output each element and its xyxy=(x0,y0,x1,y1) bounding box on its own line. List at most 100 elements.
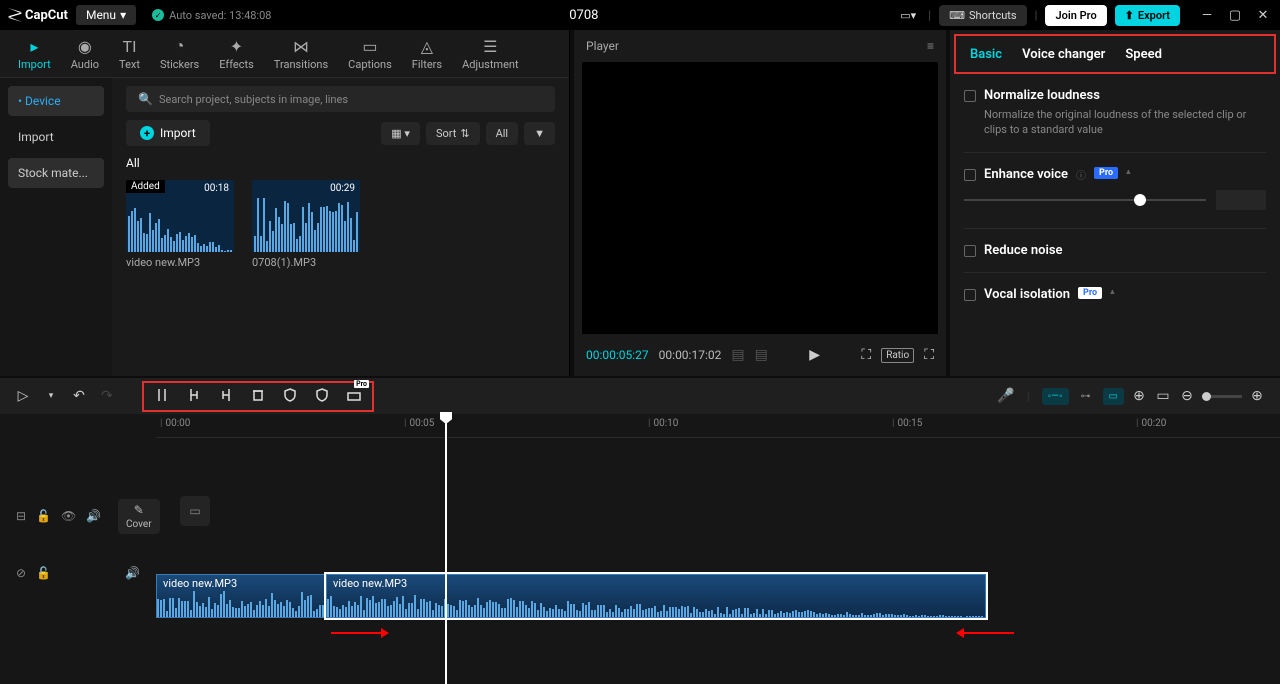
media-grid: Added 00:18 video new.MP3 00:29 0708(1).… xyxy=(126,180,555,269)
close-button[interactable]: ✕ xyxy=(1254,8,1272,23)
shortcuts-button[interactable]: ⌨ Shortcuts xyxy=(939,5,1026,26)
timeline-left-tools: ▷ ▾ ↶ ↷ xyxy=(14,388,116,404)
eye-icon[interactable]: 👁 xyxy=(61,509,76,523)
split-tool[interactable] xyxy=(154,387,170,406)
playhead[interactable] xyxy=(445,414,447,684)
zoom-in-button[interactable]: ⊕ xyxy=(1248,388,1266,404)
grid-view-button[interactable]: ▦ ▾ xyxy=(381,122,420,145)
stickers-icon: ◔ xyxy=(175,36,185,56)
pro-tool[interactable]: Pro xyxy=(346,387,362,406)
shield-tool[interactable] xyxy=(282,387,298,406)
list2-icon[interactable]: ▤ xyxy=(755,347,768,363)
tab-filters[interactable]: ◬Filters xyxy=(402,33,452,75)
audio-clip[interactable]: video new.MP3 xyxy=(156,574,326,618)
lock-icon[interactable]: 🔓 xyxy=(36,509,51,523)
magnet-toggle[interactable]: ◦—◦ xyxy=(1042,388,1069,405)
fullscreen-icon[interactable]: ⛶ xyxy=(924,347,934,363)
titlebar-right: ▭▾ | ⌨ Shortcuts | Join Pro ⬆ Export — ▢… xyxy=(896,5,1272,26)
shortcuts-label: Shortcuts xyxy=(969,9,1017,22)
track-body[interactable]: ▭ video new.MP3 video new.MP3 xyxy=(156,438,1280,684)
maximize-button[interactable]: ▢ xyxy=(1226,8,1244,23)
sidenav-import[interactable]: Import xyxy=(8,122,104,152)
vocal-checkbox[interactable] xyxy=(964,289,976,301)
trim-right-tool[interactable] xyxy=(218,387,234,406)
mic-icon[interactable]: 🎤 xyxy=(997,388,1015,404)
tab-text[interactable]: TIText xyxy=(109,33,150,75)
filter-button[interactable]: ▼ xyxy=(524,122,555,145)
titlebar: CapCut Menu ▾ ✓ Auto saved: 13:48:08 070… xyxy=(0,0,1280,30)
divider xyxy=(964,228,1266,229)
zoom-controls: ⊖ ⊕ xyxy=(1178,388,1266,404)
timeline-toolbar: ▷ ▾ ↶ ↷ Pro 🎤 | ◦—◦ ⊶ ▭ ⊕ ▭ ⊖ ⊕ xyxy=(0,378,1280,414)
redo-button[interactable]: ↷ xyxy=(98,388,116,404)
tab-voice-changer[interactable]: Voice changer xyxy=(1022,47,1105,62)
effects-icon: ✦ xyxy=(230,37,243,56)
tab-speed[interactable]: Speed xyxy=(1125,47,1162,62)
reduce-checkbox[interactable] xyxy=(964,245,976,257)
mute-icon[interactable]: 🔊 xyxy=(86,509,101,523)
timeline-ruler[interactable]: 00:00 00:05 00:10 00:15 00:20 xyxy=(156,414,1280,438)
zoom-out-button[interactable]: ⊖ xyxy=(1178,388,1196,404)
list-icon[interactable]: ▤ xyxy=(731,347,744,363)
select-tool[interactable]: ▷ xyxy=(14,388,32,404)
captions-icon: ▭ xyxy=(362,37,377,56)
video-placeholder[interactable]: ▭ xyxy=(180,496,210,526)
audio-clip-selected[interactable]: video new.MP3 xyxy=(326,574,986,618)
clip-label: video new.MP3 xyxy=(163,577,237,590)
collapse-icon[interactable]: ⊟ xyxy=(16,509,26,523)
tab-adjustment[interactable]: ☰Adjustment xyxy=(452,33,529,75)
tab-stickers[interactable]: ◔Stickers xyxy=(150,32,209,75)
media-item[interactable]: Added 00:18 video new.MP3 xyxy=(126,180,234,269)
zoom-slider[interactable] xyxy=(1202,395,1242,398)
ratio-button[interactable]: Ratio xyxy=(881,348,914,363)
shield2-tool[interactable] xyxy=(314,387,330,406)
trim-left-tool[interactable] xyxy=(186,387,202,406)
player-viewport[interactable] xyxy=(582,62,938,334)
delete-tool[interactable] xyxy=(250,387,266,406)
sort-button[interactable]: Sort ⇅ xyxy=(426,122,480,145)
tab-import[interactable]: ▸Import xyxy=(8,33,61,75)
layout-button[interactable]: ▭▾ xyxy=(896,5,920,26)
reduce-section: Reduce noise xyxy=(964,243,1266,258)
divider xyxy=(964,272,1266,273)
disable-icon[interactable]: ⊘ xyxy=(16,566,26,580)
mute-icon[interactable]: 🔊 xyxy=(125,566,140,580)
slider-value-input[interactable] xyxy=(1216,190,1266,210)
tab-effects[interactable]: ✦Effects xyxy=(209,33,264,75)
tab-captions[interactable]: ▭Captions xyxy=(338,33,402,75)
tab-audio[interactable]: ◉Audio xyxy=(61,33,109,75)
info-icon[interactable]: ⓘ xyxy=(1076,167,1086,182)
media-item[interactable]: 00:29 0708(1).MP3 xyxy=(252,180,360,269)
waveform-icon xyxy=(327,587,985,617)
export-button[interactable]: ⬆ Export xyxy=(1115,5,1180,26)
video-track-header: ⊟ 🔓 👁 🔊 ✎ Cover xyxy=(0,486,156,546)
tab-transitions[interactable]: ⋈Transitions xyxy=(264,33,338,75)
sidenav-device[interactable]: Device xyxy=(8,86,104,116)
link-toggle[interactable]: ⊶ xyxy=(1075,388,1097,405)
preview-icon[interactable]: ▭ xyxy=(1154,388,1172,404)
tab-basic[interactable]: Basic xyxy=(970,47,1002,62)
hamburger-icon[interactable]: ≡ xyxy=(927,39,934,53)
align-icon[interactable]: ⊕ xyxy=(1130,388,1148,404)
menu-button[interactable]: Menu ▾ xyxy=(76,5,136,25)
snap-toggle[interactable]: ▭ xyxy=(1103,388,1124,405)
lock-icon[interactable]: 🔓 xyxy=(36,566,51,580)
filter-all-button[interactable]: All xyxy=(486,122,519,145)
search-input[interactable]: 🔍 Search project, subjects in image, lin… xyxy=(126,86,555,112)
chevron-icon: ▴ xyxy=(1110,287,1115,297)
enhance-checkbox[interactable] xyxy=(964,169,976,181)
crop-icon[interactable]: ⛶ xyxy=(861,347,871,363)
media-thumb: 00:29 xyxy=(252,180,360,252)
play-button[interactable]: ▶ xyxy=(809,347,820,363)
normalize-checkbox[interactable] xyxy=(964,90,976,102)
join-pro-button[interactable]: Join Pro xyxy=(1045,5,1106,26)
enhance-slider[interactable] xyxy=(964,199,1206,201)
slider-thumb[interactable] xyxy=(1134,194,1146,206)
minimize-button[interactable]: — xyxy=(1198,8,1216,23)
sidenav-stock[interactable]: Stock mate... xyxy=(8,158,104,188)
import-media-button[interactable]: + Import xyxy=(126,120,210,146)
undo-button[interactable]: ↶ xyxy=(70,388,88,404)
select-chevron[interactable]: ▾ xyxy=(42,391,60,401)
check-icon: ✓ xyxy=(152,9,164,21)
cover-button[interactable]: ✎ Cover xyxy=(118,499,160,534)
